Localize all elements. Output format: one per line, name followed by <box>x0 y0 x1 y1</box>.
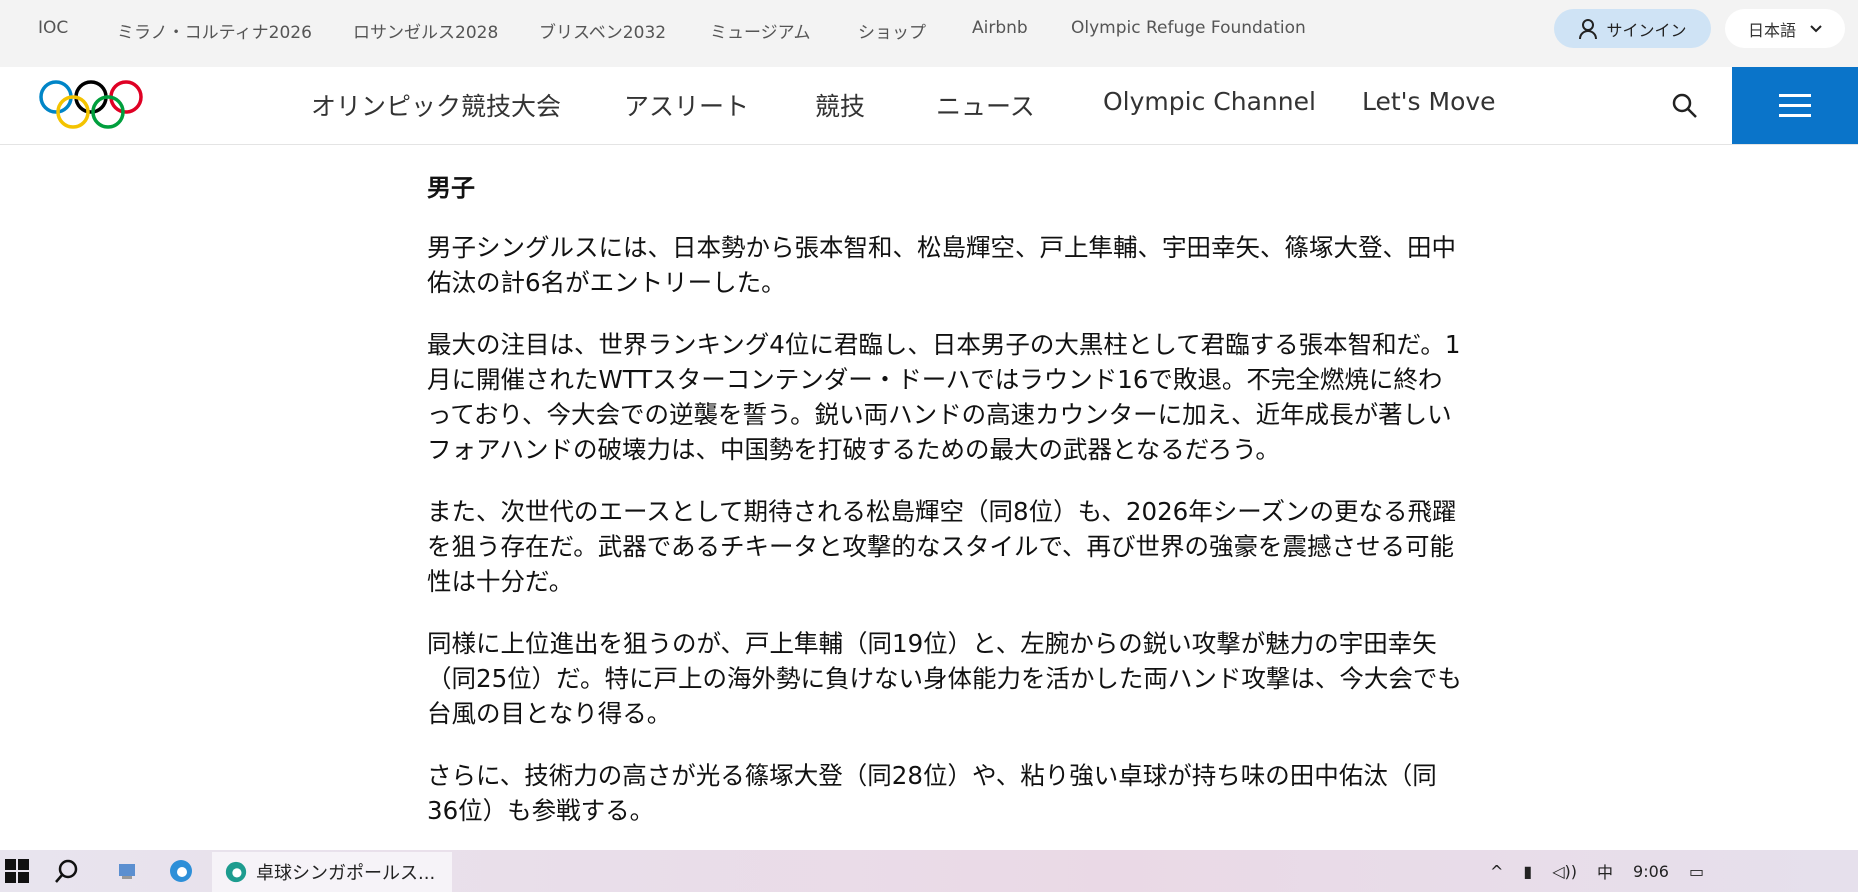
line: を狙う存在だ。武器であるチキータと攻撃的なスタイルで、再び世界の強豪を震撼させる… <box>427 532 1455 561</box>
paragraph: また、次世代のエースとして期待される松島輝空（同8位）も、2026年シーズンの更… <box>427 494 1457 599</box>
line: 同様に上位進出を狙うのが、戸上隼輔（同19位）と、左腕からの鋭い攻撃が魅力の宇田… <box>427 629 1437 658</box>
link-shop[interactable]: ショップ <box>858 18 926 43</box>
paragraph: 同様に上位進出を狙うのが、戸上隼輔（同19位）と、左腕からの鋭い攻撃が魅力の宇田… <box>427 626 1462 731</box>
nav-olympic-channel[interactable]: Olympic Channel <box>1103 87 1316 116</box>
search-icon[interactable] <box>54 858 80 884</box>
article-body: 男子 男子シングルスには、日本勢から張本智和、松島輝空、戸上隼輔、宇田幸矢、篠塚… <box>427 170 1462 855</box>
clock[interactable]: 9:06 <box>1633 862 1669 881</box>
section-heading: 男子 <box>427 174 475 202</box>
edge-icon <box>225 861 247 883</box>
windows-start-icon[interactable] <box>4 858 30 884</box>
line: また、次世代のエースとして期待される松島輝空（同8位）も、2026年シーズンの更… <box>427 497 1457 526</box>
taskbar-app-title: 卓球シンガポールス... <box>256 863 436 884</box>
chevron-up-icon[interactable]: ^ <box>1490 862 1503 881</box>
utility-bar: IOC ミラノ・コルティナ2026 ロサンゼルス2028 ブリスベン2032 ミ… <box>0 0 1858 67</box>
language-select[interactable]: 日本語 <box>1725 9 1845 48</box>
search-icon[interactable] <box>1670 91 1700 121</box>
system-tray: ^ ▮ ◁)) 中 9:06 ▭ <box>1390 850 1830 892</box>
signin-label: サインイン <box>1606 20 1687 40</box>
line: さらに、技術力の高さが光る篠塚大登（同28位）や、粘り強い卓球が持ち味の田中佑汰… <box>427 761 1437 790</box>
signin-button[interactable]: サインイン <box>1554 9 1711 48</box>
link-refuge-foundation[interactable]: Olympic Refuge Foundation <box>1071 18 1306 38</box>
taskbar-app-browser[interactable]: 卓球シンガポールス... <box>212 852 452 892</box>
chevron-down-icon <box>1810 24 1822 32</box>
link-los-angeles[interactable]: ロサンゼルス2028 <box>353 18 498 43</box>
edge-icon[interactable] <box>168 858 194 884</box>
line: 佑汰の計6名がエントリーした。 <box>427 268 786 297</box>
line: っており、今大会での逆襲を誓う。鋭い両ハンドの高速カウンターに加え、近年成長が著… <box>427 400 1452 429</box>
language-label: 日本語 <box>1747 20 1796 40</box>
line: （同25位）だ。特に戸上の海外勢に負けない身体能力を活かした両ハンド攻撃は、今大… <box>427 664 1462 693</box>
link-ioc[interactable]: IOC <box>38 18 68 38</box>
nav-athletes[interactable]: アスリート <box>624 87 749 123</box>
paragraph: 男子シングルスには、日本勢から張本智和、松島輝空、戸上隼輔、宇田幸矢、篠塚大登、… <box>427 230 1456 300</box>
main-nav: オリンピック競技大会 アスリート 競技 ニュース Olympic Channel… <box>0 67 1858 145</box>
taskbar: 卓球シンガポールス... ^ ▮ ◁)) 中 9:06 ▭ <box>0 850 1858 892</box>
paragraph: 最大の注目は、世界ランキング4位に君臨し、日本男子の大黒柱として君臨する張本智和… <box>427 327 1461 467</box>
nav-news[interactable]: ニュース <box>936 87 1035 123</box>
line: 最大の注目は、世界ランキング4位に君臨し、日本男子の大黒柱として君臨する張本智和… <box>427 330 1461 359</box>
nav-lets-move[interactable]: Let's Move <box>1362 87 1496 116</box>
notification-icon[interactable]: ▭ <box>1689 862 1704 881</box>
network-icon[interactable]: ▮ <box>1523 862 1532 881</box>
line: 月に開催されたWTTスターコンテンダー・ドーハではラウンド16で敗退。不完全燃焼… <box>427 365 1443 394</box>
line: 性は十分だ。 <box>427 567 574 596</box>
volume-icon[interactable]: ◁)) <box>1552 862 1577 881</box>
task-view-icon[interactable] <box>114 858 140 884</box>
menu-button[interactable] <box>1732 67 1858 144</box>
nav-olympic-games[interactable]: オリンピック競技大会 <box>311 87 561 123</box>
line: 台風の目となり得る。 <box>427 699 672 728</box>
link-brisbane[interactable]: ブリスベン2032 <box>539 18 666 43</box>
link-milano-cortina[interactable]: ミラノ・コルティナ2026 <box>117 18 312 43</box>
line: フォアハンドの破壊力は、中国勢を打破するための最大の武器となるだろう。 <box>427 435 1280 464</box>
olympic-rings-logo[interactable] <box>36 79 146 131</box>
user-icon <box>1579 18 1598 39</box>
ime-icon[interactable]: 中 <box>1597 859 1613 883</box>
line: 36位）も参戦する。 <box>427 796 655 825</box>
link-museum[interactable]: ミュージアム <box>710 18 810 43</box>
nav-sports[interactable]: 競技 <box>815 87 865 123</box>
link-airbnb[interactable]: Airbnb <box>972 18 1028 38</box>
paragraph: さらに、技術力の高さが光る篠塚大登（同28位）や、粘り強い卓球が持ち味の田中佑汰… <box>427 758 1447 828</box>
line: 男子シングルスには、日本勢から張本智和、松島輝空、戸上隼輔、宇田幸矢、篠塚大登、… <box>427 233 1456 262</box>
